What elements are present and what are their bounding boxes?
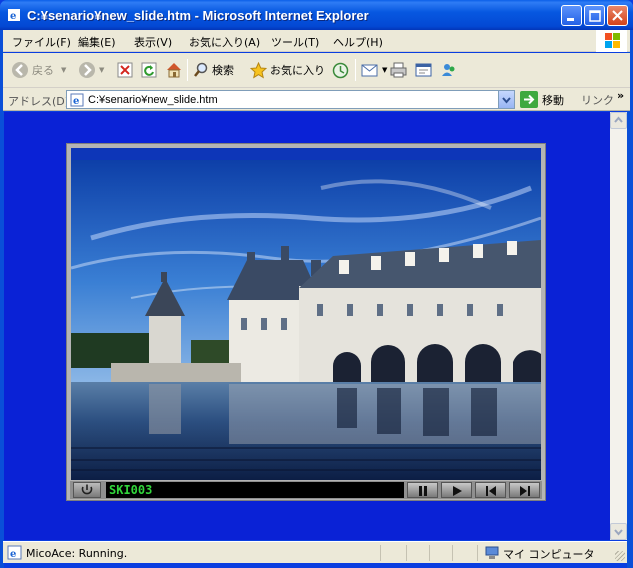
- messenger-button[interactable]: [440, 59, 457, 81]
- mail-icon: [361, 64, 378, 77]
- links-label[interactable]: リンク: [581, 92, 614, 108]
- stop-button[interactable]: [117, 59, 133, 81]
- back-dropdown-icon: ▼: [61, 66, 67, 74]
- minimize-button[interactable]: [561, 5, 582, 26]
- menu-tools[interactable]: ツール(T): [271, 34, 319, 50]
- menu-help[interactable]: ヘルプ(H): [333, 34, 383, 50]
- links-more-icon[interactable]: »: [617, 89, 624, 102]
- scroll-down-icon: [614, 529, 623, 536]
- menu-edit[interactable]: 編集(E): [78, 34, 116, 50]
- svg-text:e: e: [73, 96, 79, 107]
- zone-label: マイ コンピュータ: [503, 548, 595, 561]
- favorites-button[interactable]: お気に入り: [250, 59, 325, 81]
- maximize-button[interactable]: [584, 5, 605, 26]
- menu-file[interactable]: ファイル(F): [12, 34, 71, 50]
- status-pane-divider: [477, 545, 478, 561]
- chevron-down-icon: [502, 97, 511, 104]
- home-icon: [167, 63, 181, 78]
- svg-text:e: e: [10, 11, 16, 22]
- my-computer-icon: [485, 546, 499, 559]
- skip-next-icon: [520, 486, 530, 496]
- menu-view[interactable]: 表示(V): [134, 34, 172, 50]
- address-bar: アドレス(D) e C:¥senario¥new_slide.htm 移動 リン…: [3, 88, 630, 111]
- status-text: MicoAce: Running.: [26, 547, 128, 560]
- security-zone: マイ コンピュータ: [485, 546, 595, 562]
- refresh-icon: [141, 62, 157, 78]
- status-pane-divider: [380, 545, 381, 561]
- favorites-star-icon: [250, 61, 267, 79]
- back-label: 戻る: [32, 64, 54, 77]
- go-label: 移動: [542, 93, 564, 107]
- windows-logo-icon: [596, 30, 627, 52]
- status-pane-divider: [406, 545, 407, 561]
- print-button[interactable]: [390, 59, 407, 81]
- history-icon: [332, 62, 349, 78]
- resize-grip[interactable]: [615, 551, 625, 561]
- toolbar-separator: [355, 59, 356, 81]
- toolbar-separator: [187, 59, 188, 81]
- edit-page-icon: [415, 63, 432, 77]
- forward-button[interactable]: ▼: [78, 59, 104, 81]
- back-button[interactable]: 戻る ▼: [11, 59, 66, 81]
- forward-dropdown-icon: ▼: [99, 66, 105, 74]
- search-label: 検索: [212, 64, 234, 77]
- scroll-up-button[interactable]: [610, 112, 627, 129]
- favorites-label: お気に入り: [270, 64, 325, 77]
- next-button[interactable]: [509, 482, 540, 498]
- svg-text:e: e: [10, 549, 16, 560]
- play-button[interactable]: [441, 482, 472, 498]
- close-icon: [612, 10, 623, 21]
- status-pane-divider: [429, 545, 430, 561]
- menu-bar: ファイル(F) 編集(E) 表示(V) お気に入り(A) ツール(T) ヘルプ(…: [3, 30, 630, 52]
- standard-toolbar: 戻る ▼ ▼ 検索 お気に入り ▼: [3, 53, 630, 88]
- go-button[interactable]: 移動: [520, 91, 564, 108]
- mail-button[interactable]: ▼: [361, 59, 387, 81]
- go-arrow-icon: [520, 91, 538, 108]
- search-icon: [194, 62, 208, 77]
- minimize-icon: [567, 18, 574, 21]
- stop-icon: [117, 62, 133, 78]
- menu-favorites[interactable]: お気に入り(A): [189, 34, 260, 50]
- close-button[interactable]: [607, 5, 628, 26]
- skip-previous-icon: [486, 486, 496, 496]
- power-icon: [81, 484, 93, 495]
- slide-image: [71, 148, 541, 480]
- edit-button[interactable]: [415, 59, 432, 81]
- internet-explorer-icon: e: [8, 9, 20, 22]
- refresh-button[interactable]: [141, 59, 157, 81]
- back-arrow-icon: [12, 62, 28, 78]
- address-label: アドレス(D): [8, 95, 70, 108]
- play-icon: [453, 486, 462, 496]
- address-input[interactable]: e C:¥senario¥new_slide.htm: [66, 90, 515, 109]
- ie-page-icon: e: [7, 545, 22, 560]
- power-button[interactable]: [73, 482, 101, 498]
- scroll-up-icon: [614, 116, 623, 123]
- slide-name-display: SKI003: [106, 482, 404, 498]
- previous-button[interactable]: [475, 482, 506, 498]
- address-value: C:¥senario¥new_slide.htm: [88, 94, 218, 106]
- player-controls: SKI003: [70, 481, 542, 499]
- history-button[interactable]: [332, 59, 349, 81]
- home-button[interactable]: [165, 59, 183, 81]
- vertical-scrollbar[interactable]: [610, 112, 627, 540]
- scroll-down-button[interactable]: [610, 523, 627, 540]
- status-pane-divider: [452, 545, 453, 561]
- printer-icon: [390, 62, 407, 78]
- mail-dropdown-icon: ▼: [382, 66, 388, 74]
- ie-page-icon: e: [70, 93, 84, 107]
- maximize-icon: [589, 10, 601, 22]
- pause-icon: [419, 486, 427, 496]
- search-button[interactable]: 検索: [193, 59, 234, 81]
- status-bar: e MicoAce: Running. マイ コンピュータ: [3, 541, 627, 563]
- title-bar[interactable]: e C:¥senario¥new_slide.htm - Microsoft I…: [0, 0, 633, 30]
- messenger-icon: [442, 64, 455, 76]
- pause-button[interactable]: [407, 482, 438, 498]
- forward-arrow-icon: [79, 62, 95, 78]
- window-title: C:¥senario¥new_slide.htm - Microsoft Int…: [27, 8, 369, 23]
- address-dropdown-button[interactable]: [498, 91, 514, 108]
- slide-player: SKI003: [66, 143, 546, 501]
